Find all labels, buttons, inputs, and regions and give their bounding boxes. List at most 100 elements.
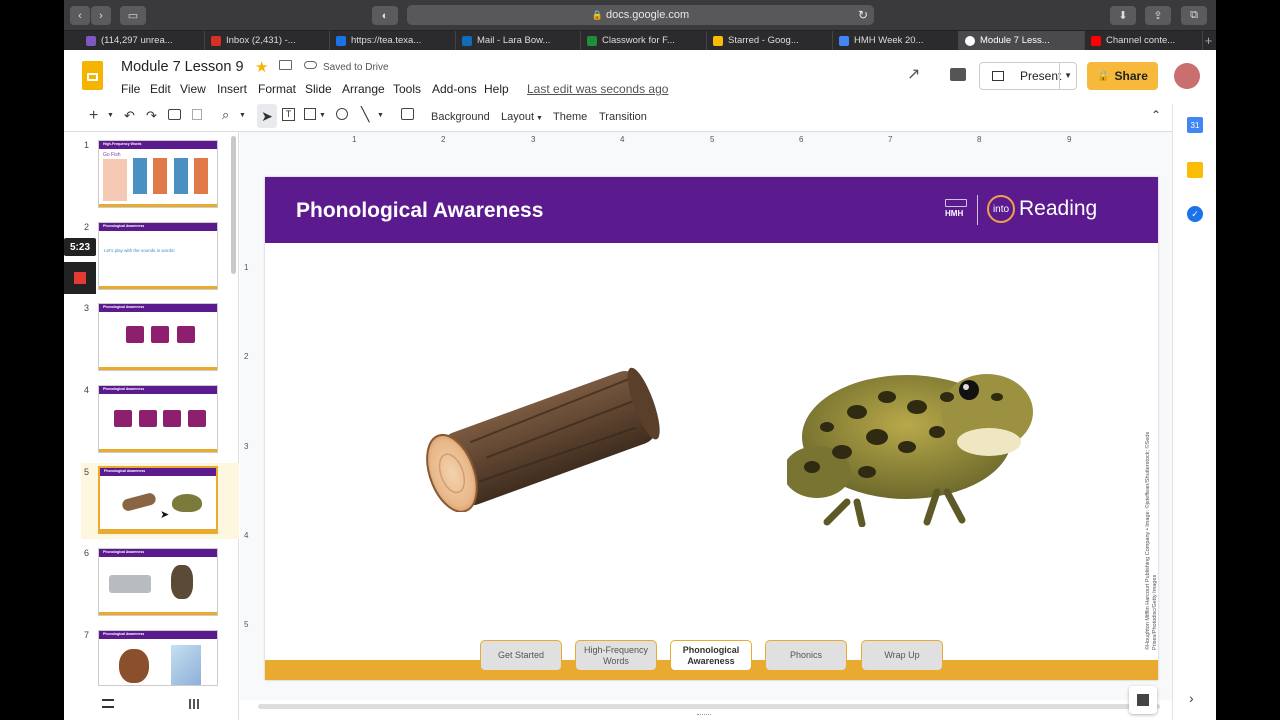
thumb-subtitle: Go Fish (103, 152, 121, 158)
select-tool-icon[interactable]: ➤ (257, 104, 277, 128)
address-bar[interactable]: 🔒 docs.google.com ↻ (407, 5, 874, 25)
present-icon (992, 71, 1004, 81)
thumb-title: Phonological Awareness (103, 550, 145, 554)
browser-tab[interactable]: Mail - Lara Bow... (456, 31, 581, 50)
slide-thumbnail-selected[interactable]: Phonological Awareness (98, 466, 218, 534)
slide-thumbnail[interactable]: Phonological Awareness (98, 303, 218, 371)
collapse-toolbar-icon[interactable]: ⌃ (1151, 108, 1161, 122)
image-dropdown-icon[interactable]: ▼ (319, 112, 326, 119)
forward-button[interactable]: › (91, 6, 111, 25)
filmstrip-scrollbar[interactable] (231, 136, 236, 274)
cloud-saved-icon (304, 61, 317, 69)
redo-icon[interactable]: ↷ (146, 108, 157, 124)
menu-edit[interactable]: Edit (150, 82, 171, 96)
grid-view-icon[interactable] (189, 699, 199, 709)
star-icon[interactable]: ★ (255, 58, 268, 76)
tab-overview-button[interactable]: ⧉ (1181, 6, 1207, 25)
slide-thumbnail[interactable]: High-Frequency Words Go Fish (98, 140, 218, 208)
menu-help[interactable]: Help (484, 82, 509, 96)
new-slide-icon[interactable]: + (89, 107, 98, 125)
slide[interactable]: Phonological Awareness HMH into Reading (265, 177, 1158, 680)
nav-phonological-awareness-button[interactable]: Phonological Awareness (670, 640, 752, 671)
browser-tab[interactable]: Inbox (2,431) -... (205, 31, 330, 50)
line-dropdown-icon[interactable]: ▼ (377, 112, 384, 119)
frog-image[interactable] (787, 352, 1037, 527)
slide-thumbnail[interactable]: Phonological Awareness (98, 630, 218, 686)
reload-icon[interactable]: ↻ (858, 8, 868, 22)
move-folder-icon[interactable] (279, 60, 292, 70)
text-box-icon[interactable]: T (282, 108, 295, 121)
menu-file[interactable]: File (121, 82, 140, 96)
menu-view[interactable]: View (180, 82, 206, 96)
layout-button[interactable]: Layout ▼ (501, 111, 543, 123)
log-image[interactable] (413, 362, 673, 512)
paint-format-icon[interactable] (192, 109, 202, 120)
nav-wrap-up-button[interactable]: Wrap Up (861, 640, 943, 671)
nav-high-frequency-words-button[interactable]: High-Frequency Words (575, 640, 657, 671)
comment-add-icon[interactable] (401, 108, 414, 120)
zoom-icon[interactable]: ⌕ (222, 107, 229, 123)
ruler-mark: 7 (888, 135, 893, 144)
expand-panel-icon[interactable]: › (1189, 690, 1194, 706)
hmh-text: HMH (945, 209, 964, 218)
slide-thumbnail[interactable]: Phonological Awareness (98, 385, 218, 453)
sound-box (163, 410, 181, 427)
present-dropdown-icon[interactable]: ▼ (1059, 63, 1072, 89)
undo-icon[interactable]: ↶ (124, 108, 135, 124)
new-tab-button[interactable]: + (1201, 31, 1216, 50)
privacy-shield-button[interactable]: ◐ (372, 6, 398, 25)
explore-button[interactable] (1129, 686, 1157, 714)
stop-recording-button[interactable] (64, 262, 96, 294)
slide-title[interactable]: Phonological Awareness (296, 199, 543, 223)
speaker-notes-handle[interactable] (697, 714, 711, 717)
back-button[interactable]: ‹ (70, 6, 90, 25)
zoom-dropdown-icon[interactable]: ▼ (239, 112, 246, 119)
ruler-mark: 4 (244, 531, 249, 540)
present-button[interactable]: Present ▼ (979, 62, 1077, 90)
calendar-icon[interactable]: 31 (1187, 117, 1203, 133)
share-page-button[interactable]: ⇪ (1145, 6, 1171, 25)
transition-button[interactable]: Transition (599, 111, 647, 123)
image-icon[interactable] (304, 108, 316, 120)
menu-tools[interactable]: Tools (393, 82, 421, 96)
tasks-icon[interactable]: ✓ (1187, 206, 1203, 222)
print-icon[interactable] (168, 109, 181, 120)
browser-tab[interactable]: Channel conte... (1085, 31, 1203, 50)
browser-tab[interactable]: HMH Week 20... (833, 31, 959, 50)
nav-phonics-button[interactable]: Phonics (765, 640, 847, 671)
background-button[interactable]: Background (431, 111, 490, 123)
last-edit-link[interactable]: Last edit was seconds ago (527, 82, 668, 96)
browser-tab[interactable]: Classwork for F... (581, 31, 707, 50)
browser-tab[interactable]: Starred - Goog... (707, 31, 833, 50)
menu-format[interactable]: Format (258, 82, 296, 96)
slide-thumbnail[interactable]: Phonological Awareness Let's play with t… (98, 222, 218, 290)
share-button[interactable]: 🔒 Share (1087, 62, 1158, 90)
slides-logo-icon[interactable] (82, 61, 103, 90)
shape-icon[interactable] (336, 108, 348, 120)
doc-title[interactable]: Module 7 Lesson 9 (121, 59, 244, 75)
nav-get-started-button[interactable]: Get Started (480, 640, 562, 671)
filmstrip-view-icon[interactable] (102, 699, 114, 708)
tab-label: Channel conte... (1106, 35, 1176, 46)
comments-icon[interactable] (950, 68, 966, 81)
canvas-scrollbar[interactable] (258, 704, 1160, 709)
menu-slide[interactable]: Slide (305, 82, 332, 96)
browser-tab[interactable]: https://tea.texa... (330, 31, 456, 50)
browser-tab[interactable]: (114,297 unrea... (80, 31, 205, 50)
user-avatar[interactable] (1174, 63, 1200, 89)
theme-button[interactable]: Theme (553, 111, 587, 123)
keep-icon[interactable] (1187, 162, 1203, 178)
line-icon[interactable]: ╲ (361, 106, 369, 123)
menu-add-ons[interactable]: Add-ons (432, 82, 477, 96)
menu-insert[interactable]: Insert (217, 82, 247, 96)
browser-tab-active[interactable]: Module 7 Less... (959, 31, 1085, 50)
menu-arrange[interactable]: Arrange (342, 82, 385, 96)
sidebar-toggle-button[interactable]: ▭ (120, 6, 146, 25)
new-slide-dropdown-icon[interactable]: ▼ (107, 112, 114, 119)
slide-thumbnail[interactable]: Phonological Awareness (98, 548, 218, 616)
horizontal-ruler: 1 2 3 4 5 6 7 8 9 (264, 135, 1159, 145)
activity-dashboard-icon[interactable]: ↗ (907, 64, 920, 84)
thumb-title: Phonological Awareness (103, 387, 145, 391)
downloads-button[interactable]: ⬇ (1110, 6, 1136, 25)
chevron-right-icon: › (99, 9, 103, 22)
